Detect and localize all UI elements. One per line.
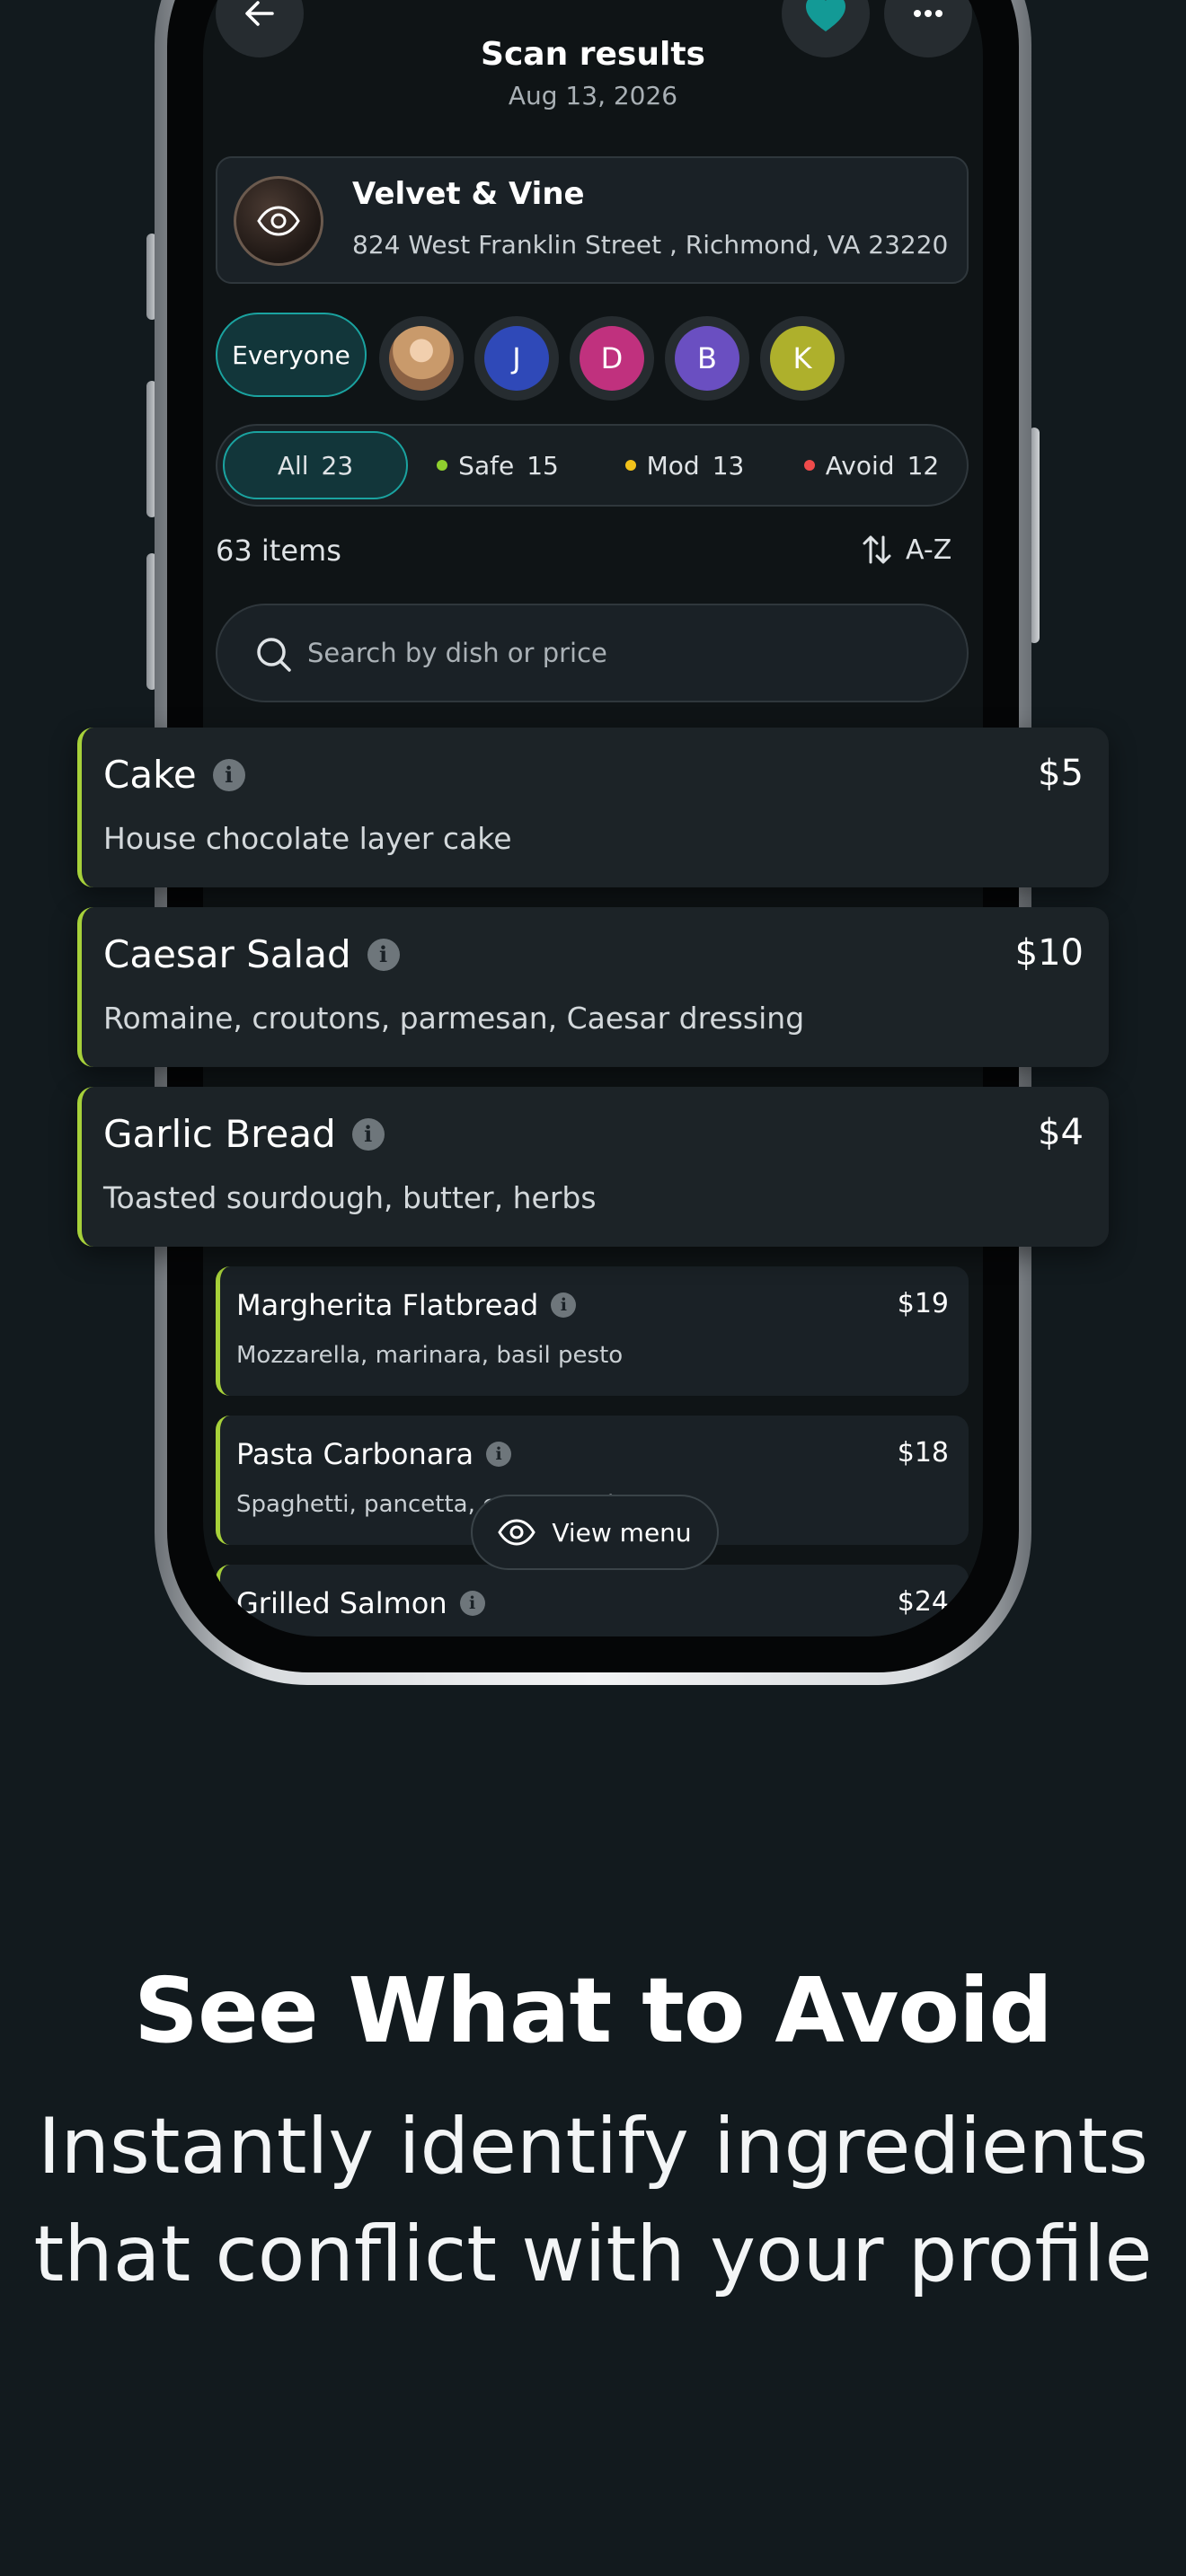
search-icon xyxy=(257,638,291,672)
avatar-initial: B xyxy=(675,326,739,391)
restaurant-address: 824 West Franklin Street , Richmond, VA … xyxy=(352,230,949,260)
eye-icon xyxy=(498,1519,536,1546)
item-price: $19 xyxy=(897,1288,949,1319)
arrow-left-icon xyxy=(245,1,274,26)
item-description: Romaine, croutons, parmesan, Caesar dres… xyxy=(103,1001,805,1036)
item-price: $5 xyxy=(1038,753,1084,794)
item-name: Pasta Carbonara xyxy=(236,1437,474,1471)
menu-item-card[interactable]: Margherita Flatbread i $19 Mozzarella, ma… xyxy=(216,1266,969,1396)
info-icon[interactable]: i xyxy=(367,938,400,971)
avatar xyxy=(389,326,454,391)
marketing-headline: See What to Avoid xyxy=(134,1958,1053,2063)
view-menu-label: View menu xyxy=(552,1517,692,1548)
item-price: $18 xyxy=(897,1437,949,1469)
filter-safe[interactable]: Safe 15 xyxy=(426,431,570,499)
marketing-subline-2: that conflict with your profile xyxy=(33,2210,1153,2299)
filter-label: Avoid xyxy=(825,450,895,481)
item-description: Mozzarella, marinara, basil pesto xyxy=(236,1342,624,1369)
person-avatar-photo[interactable] xyxy=(379,316,464,401)
scan-date: Aug 13, 2026 xyxy=(508,81,678,110)
info-icon[interactable]: i xyxy=(351,1117,385,1151)
items-count: 63 items xyxy=(216,534,341,568)
filter-all[interactable]: All 23 xyxy=(223,431,408,499)
filter-label: Safe xyxy=(458,450,515,481)
item-name: Cake xyxy=(103,753,197,797)
item-price: $4 xyxy=(1038,1112,1084,1153)
person-avatar-d[interactable]: D xyxy=(570,316,654,401)
filter-avoid[interactable]: Avoid 12 xyxy=(792,431,951,499)
filter-mod[interactable]: Mod 13 xyxy=(613,431,757,499)
filter-count: 13 xyxy=(712,450,745,481)
featured-item-card[interactable]: Cake i $5 House chocolate layer cake xyxy=(77,728,1109,887)
filter-count: 15 xyxy=(527,450,559,481)
item-description: House chocolate layer cake xyxy=(103,821,512,856)
avatar-initial: J xyxy=(484,326,549,391)
person-avatar-b[interactable]: B xyxy=(665,316,749,401)
sort-label: A-Z xyxy=(906,534,952,566)
people-selector: Everyone J D B K xyxy=(216,313,898,401)
info-icon[interactable]: i xyxy=(459,1591,485,1616)
featured-item-card[interactable]: Caesar Salad i $10 Romaine, croutons, par… xyxy=(77,907,1109,1067)
info-icon[interactable]: i xyxy=(212,758,245,791)
info-icon[interactable]: i xyxy=(486,1442,512,1467)
eye-icon xyxy=(257,206,300,236)
page-title: Scan results xyxy=(481,36,705,73)
item-price: $10 xyxy=(1014,932,1084,974)
item-name: Grilled Salmon xyxy=(236,1586,447,1620)
view-menu-button[interactable]: View menu xyxy=(471,1495,719,1570)
everyone-chip[interactable]: Everyone xyxy=(216,313,367,397)
avoid-dot-icon xyxy=(803,460,815,471)
item-name: Garlic Bread xyxy=(103,1112,336,1156)
person-avatar-j[interactable]: J xyxy=(474,316,559,401)
sort-button[interactable]: A-Z xyxy=(861,534,951,566)
avatar-initial: K xyxy=(770,326,835,391)
info-icon[interactable]: i xyxy=(551,1292,577,1318)
restaurant-name: Velvet & Vine xyxy=(352,176,585,212)
safe-dot-icon xyxy=(437,460,448,471)
ellipsis-icon xyxy=(914,10,943,17)
filter-count: 23 xyxy=(321,450,354,481)
safety-filter-bar: All 23 Safe 15 Mod 13 Avoid 12 xyxy=(216,424,969,507)
filter-count: 12 xyxy=(907,450,940,481)
person-avatar-k[interactable]: K xyxy=(760,316,845,401)
avatar-initial: D xyxy=(580,326,644,391)
item-description: Toasted sourdough, butter, herbs xyxy=(103,1180,597,1215)
restaurant-card[interactable]: Velvet & Vine 824 West Franklin Street ,… xyxy=(216,156,969,284)
sort-arrows-icon xyxy=(863,535,891,564)
search-input[interactable]: Search by dish or price xyxy=(216,604,969,702)
item-price: $24 xyxy=(897,1586,949,1618)
filter-label: All xyxy=(277,450,309,481)
featured-item-card[interactable]: Garlic Bread i $4 Toasted sourdough, butt… xyxy=(77,1087,1109,1247)
heart-icon xyxy=(806,0,845,31)
menu-item-card[interactable]: Grilled Salmoni $24 ... xyxy=(216,1565,969,1636)
search-placeholder: Search by dish or price xyxy=(307,638,607,668)
item-name: Caesar Salad xyxy=(103,932,351,976)
restaurant-logo xyxy=(234,176,323,266)
moderate-dot-icon xyxy=(624,460,636,471)
filter-label: Mod xyxy=(646,450,700,481)
item-name: Margherita Flatbread xyxy=(236,1288,539,1322)
marketing-subline-1: Instantly identify ingredients xyxy=(38,2102,1148,2192)
